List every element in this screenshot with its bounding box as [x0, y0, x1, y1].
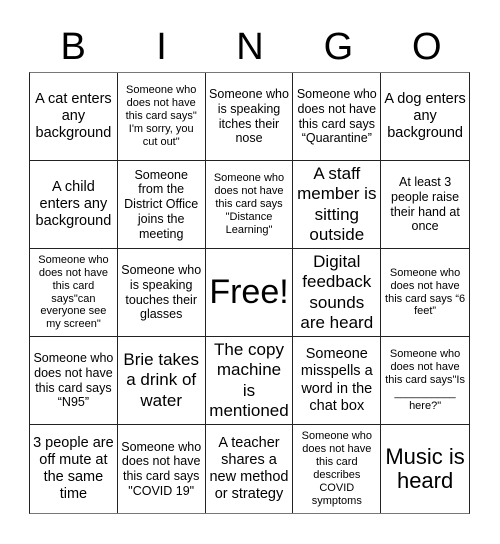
bingo-cell[interactable]: The copy machine is mentioned: [205, 337, 294, 425]
bingo-cell[interactable]: Someone misspells a word in the chat box: [293, 337, 382, 425]
bingo-cell[interactable]: A cat enters any background: [30, 73, 118, 161]
bingo-cell[interactable]: A child enters any background: [30, 161, 118, 249]
header-letter-i: I: [156, 26, 167, 68]
header-letter-n: N: [236, 26, 264, 68]
bingo-cell[interactable]: A staff member is sitting outside: [293, 161, 382, 249]
bingo-cell[interactable]: Someone who does not have this card says…: [30, 249, 118, 337]
bingo-cell[interactable]: Someone who is speaking itches their nos…: [205, 73, 294, 161]
bingo-cell[interactable]: Someone who is speaking touches their gl…: [117, 249, 206, 337]
bingo-cell[interactable]: Digital feedback sounds are heard: [293, 249, 382, 337]
bingo-cell[interactable]: Someone who does not have this card says…: [293, 73, 382, 161]
bingo-header: B I N G O: [29, 22, 471, 72]
bingo-cell[interactable]: Someone who does not have this card says…: [117, 73, 206, 161]
free-space-cell[interactable]: Free!: [205, 249, 294, 337]
bingo-cell[interactable]: Music is heard: [381, 425, 469, 513]
bingo-cell[interactable]: Someone who does not have this card desc…: [293, 425, 382, 513]
bingo-cell[interactable]: Someone from the District Office joins t…: [117, 161, 206, 249]
bingo-cell[interactable]: Someone who does not have this card says…: [30, 337, 118, 425]
header-letter-o: O: [411, 26, 442, 68]
bingo-cell[interactable]: A dog enters any background: [381, 73, 469, 161]
bingo-grid: A cat enters any background Someone who …: [29, 72, 470, 514]
bingo-cell[interactable]: Brie takes a drink of water: [117, 337, 206, 425]
bingo-cell[interactable]: Someone who does not have this card says…: [118, 425, 206, 513]
bingo-cell[interactable]: At least 3 people raise their hand at on…: [381, 161, 469, 249]
header-letter-b: B: [60, 26, 86, 68]
bingo-cell[interactable]: Someone who does not have this card says…: [381, 249, 469, 337]
header-letter-g: G: [323, 26, 354, 68]
bingo-cell[interactable]: Someone who does not have this card says…: [205, 161, 294, 249]
bingo-cell[interactable]: A teacher shares a new method or strateg…: [206, 425, 294, 513]
bingo-cell[interactable]: 3 people are off mute at the same time: [30, 425, 118, 513]
bingo-cell[interactable]: Someone who does not have this card says…: [381, 337, 469, 425]
